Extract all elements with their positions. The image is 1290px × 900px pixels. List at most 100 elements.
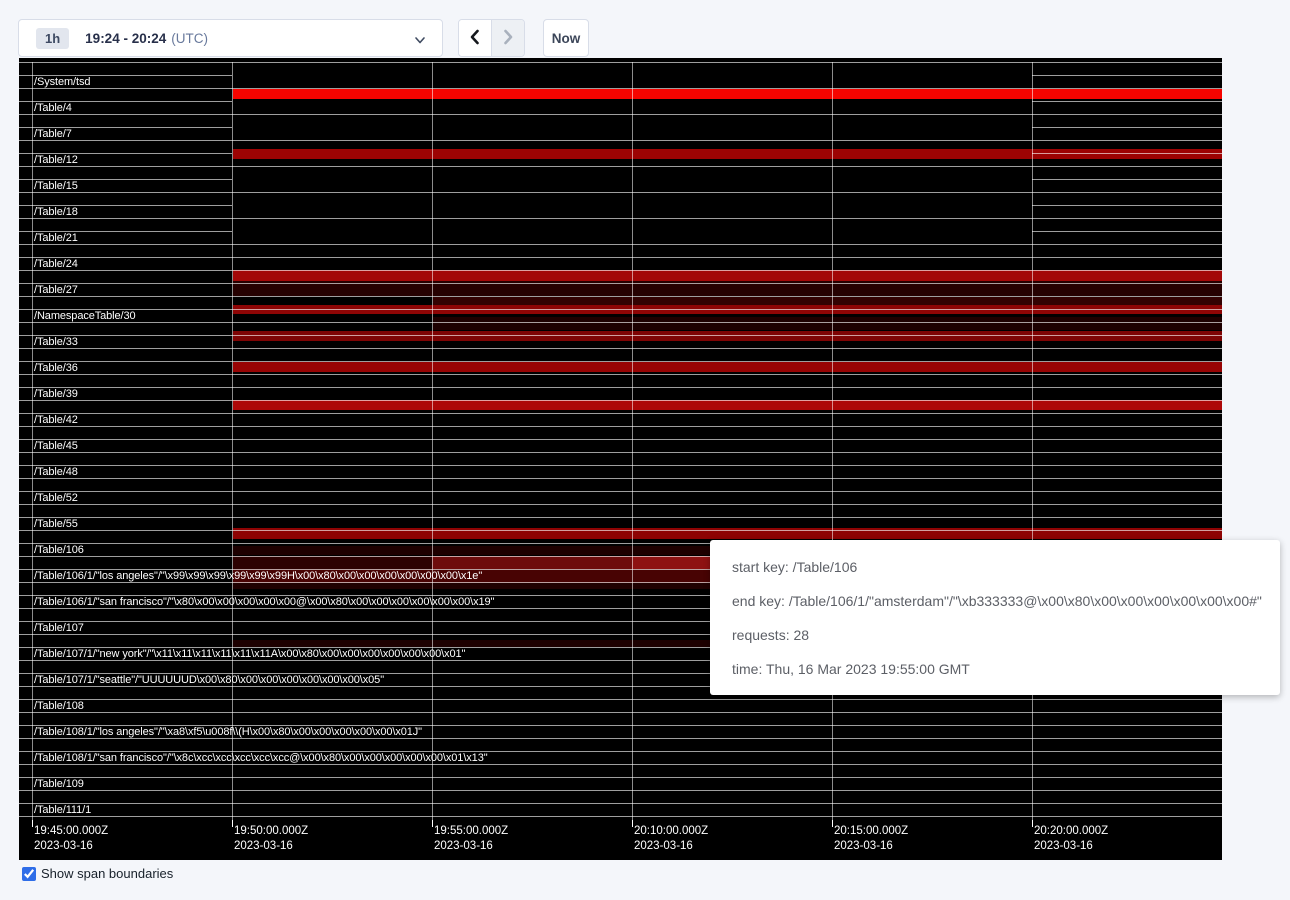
grid-hline — [19, 296, 1222, 297]
row-label: /Table/109 — [34, 778, 84, 791]
grid-hline — [19, 712, 1222, 713]
heatmap-band[interactable] — [233, 149, 1222, 159]
row-label: /Table/12 — [34, 154, 78, 167]
axis-time-label: 20:15:00.000Z — [834, 825, 908, 837]
row-label: /Table/24 — [34, 258, 78, 271]
grid-hline — [19, 140, 1222, 141]
time-range-label: 19:24 - 20:24 — [85, 31, 166, 46]
axis-date-label: 2023-03-16 — [234, 840, 293, 852]
axis-time-label: 19:55:00.000Z — [434, 825, 508, 837]
grid-hline — [19, 309, 1222, 310]
show-span-boundaries-row: Show span boundaries — [22, 866, 173, 881]
grid-hline — [19, 387, 1222, 388]
grid-hline — [19, 530, 1222, 531]
chevron-left-icon — [468, 29, 482, 48]
grid-hline — [19, 192, 1222, 193]
tooltip-time: time: Thu, 16 Mar 2023 19:55:00 GMT — [732, 661, 1258, 677]
grid-hline — [19, 517, 1222, 518]
grid-hline — [19, 257, 1222, 258]
grid-hline — [19, 283, 1222, 284]
grid-hline — [19, 439, 1222, 440]
heatmap-band[interactable] — [233, 362, 1222, 372]
axis-date-label: 2023-03-16 — [434, 840, 493, 852]
grid-hline — [19, 790, 1222, 791]
axis-date-label: 2023-03-16 — [634, 840, 693, 852]
row-label: /Table/108/1/"san francisco"/"\x8c\xcc\x… — [34, 752, 488, 765]
axis-tick — [832, 820, 833, 827]
grid-hline — [19, 244, 1222, 245]
grid-hline — [19, 361, 1222, 362]
heatmap-band[interactable] — [433, 317, 1222, 330]
show-span-boundaries-checkbox[interactable] — [22, 867, 36, 881]
grid-hline — [19, 777, 1222, 778]
grid-hline — [19, 452, 1222, 453]
grid-hline — [1032, 101, 1222, 102]
row-label: /Table/107/1/"new york"/"\x11\x11\x11\x1… — [34, 648, 465, 661]
grid-hline — [19, 348, 1222, 349]
grid-hline — [19, 335, 1222, 336]
row-label: /Table/106/1/"los angeles"/"\x99\x99\x99… — [34, 570, 482, 583]
row-label: /Table/45 — [34, 440, 78, 453]
grid-hline — [19, 88, 1222, 89]
tooltip-end-key: end key: /Table/106/1/"amsterdam"/"\xb33… — [732, 593, 1258, 609]
grid-hline — [19, 491, 1222, 492]
grid-hline — [19, 62, 1222, 63]
hover-tooltip: start key: /Table/106 end key: /Table/10… — [710, 540, 1280, 695]
key-visualizer-canvas[interactable]: /System/tsd/Table/4/Table/7/Table/12/Tab… — [19, 58, 1222, 860]
prev-time-button[interactable] — [459, 20, 491, 56]
row-label: /Table/39 — [34, 388, 78, 401]
row-label: /Table/27 — [34, 284, 78, 297]
heatmap-band[interactable] — [433, 297, 1222, 305]
row-label: /Table/107/1/"seattle"/"UUUUUUD\x00\x80\… — [34, 674, 384, 687]
now-button[interactable]: Now — [543, 19, 589, 57]
next-time-button[interactable] — [491, 20, 524, 56]
tooltip-requests: requests: 28 — [732, 627, 1258, 643]
heatmap-band[interactable] — [233, 331, 1222, 341]
axis-date-label: 2023-03-16 — [34, 840, 93, 852]
grid-hline — [1032, 153, 1222, 154]
row-label: /Table/36 — [34, 362, 78, 375]
axis-time-label: 19:50:00.000Z — [234, 825, 308, 837]
time-range-picker[interactable]: 1h 19:24 - 20:24 (UTC) — [18, 19, 443, 57]
row-label: /Table/106/1/"san francisco"/"\x80\x00\x… — [34, 596, 494, 609]
show-span-boundaries-label: Show span boundaries — [41, 866, 173, 881]
row-label: /Table/55 — [34, 518, 78, 531]
grid-vline — [432, 62, 433, 820]
grid-vline — [832, 62, 833, 820]
grid-hline — [19, 478, 1222, 479]
chevron-right-icon — [501, 29, 515, 48]
grid-vline — [632, 62, 633, 820]
row-label: /System/tsd — [34, 76, 90, 89]
axis-tick — [632, 820, 633, 827]
row-label: /Table/108/1/"los angeles"/"\xa8\xf5\u00… — [34, 726, 422, 739]
grid-hline — [1032, 179, 1222, 180]
grid-hline — [19, 699, 1222, 700]
axis-time-label: 19:45:00.000Z — [34, 825, 108, 837]
axis-date-label: 2023-03-16 — [834, 840, 893, 852]
row-label: /Table/18 — [34, 206, 78, 219]
grid-hline — [19, 400, 1222, 401]
tooltip-start-key: start key: /Table/106 — [732, 559, 1258, 575]
row-label: /Table/48 — [34, 466, 78, 479]
row-label: /Table/52 — [34, 492, 78, 505]
row-label: /Table/4 — [34, 102, 72, 115]
heatmap-band[interactable] — [233, 556, 432, 569]
grid-vline — [232, 62, 233, 820]
grid-hline — [1032, 75, 1222, 76]
row-label: /Table/42 — [34, 414, 78, 427]
grid-hline — [1032, 231, 1222, 232]
grid-vline — [1032, 62, 1033, 820]
grid-hline — [19, 816, 1222, 817]
axis-time-label: 20:10:00.000Z — [634, 825, 708, 837]
grid-hline — [1032, 205, 1222, 206]
axis-tick — [432, 820, 433, 827]
duration-badge: 1h — [36, 28, 69, 49]
heatmap-band[interactable] — [233, 89, 1222, 99]
heatmap-band[interactable] — [233, 270, 1222, 281]
grid-hline — [19, 413, 1222, 414]
heatmap-band[interactable] — [233, 400, 1222, 410]
heatmap-band[interactable] — [432, 556, 632, 569]
axis-tick — [232, 820, 233, 827]
axis-tick — [1032, 820, 1033, 827]
grid-hline — [19, 374, 1222, 375]
